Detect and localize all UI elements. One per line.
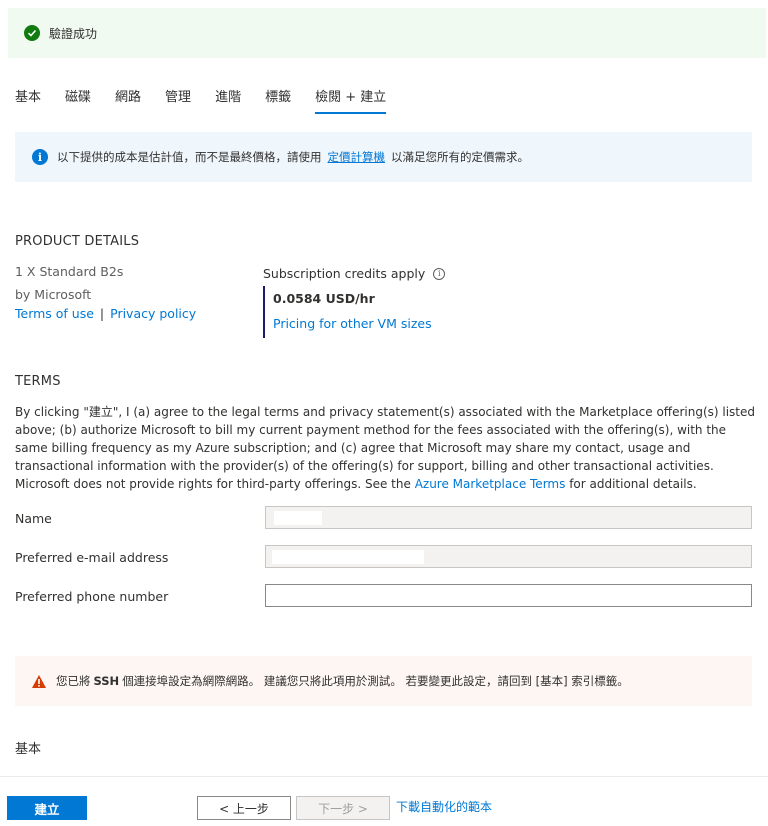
info-text-after: 以滿足您所有的定價需求。 bbox=[391, 150, 529, 164]
warning-text-ssh: SSH bbox=[93, 674, 120, 688]
price-value: 0.0584 USD/hr bbox=[273, 291, 375, 306]
success-message: 驗證成功 bbox=[49, 26, 98, 41]
success-banner: 驗證成功 bbox=[8, 8, 766, 58]
marketplace-terms-link[interactable]: Azure Marketplace Terms bbox=[415, 477, 566, 491]
info-text-before: 以下提供的成本是估計值，而不是最終價格，請使用 bbox=[57, 150, 322, 164]
redacted-email bbox=[272, 550, 424, 564]
product-details-heading: PRODUCT DETAILS bbox=[15, 234, 140, 249]
email-field[interactable] bbox=[265, 545, 752, 568]
download-template-link[interactable]: 下載自動化的範本 bbox=[396, 798, 492, 815]
link-separator: | bbox=[99, 306, 105, 321]
subscription-credits: Subscription credits apply i bbox=[263, 266, 446, 281]
credits-text: Subscription credits apply bbox=[263, 266, 426, 281]
product-name: 1 X Standard B2s bbox=[15, 264, 124, 279]
phone-label: Preferred phone number bbox=[15, 589, 169, 604]
basics-heading: 基本 bbox=[15, 742, 42, 757]
create-button[interactable]: 建立 bbox=[7, 796, 87, 820]
ssh-warning-banner: 您已將 SSH 個連接埠設定為網際網路。 建議您只將此項用於測試。 若要變更此設… bbox=[15, 656, 752, 706]
tab-basics[interactable]: 基本 bbox=[15, 86, 41, 114]
subscription-row-partial bbox=[15, 768, 755, 776]
tab-networking[interactable]: 網路 bbox=[115, 86, 141, 114]
terms-body-end: for additional details. bbox=[569, 477, 697, 491]
terms-text: By clicking "建立", I (a) agree to the leg… bbox=[15, 403, 755, 493]
footer-bar: 建立 < 上一步 下一步 > 下載自動化的範本 bbox=[0, 776, 768, 826]
warning-text-after: 個連接埠設定為網際網路。 建議您只將此項用於測試。 若要變更此設定，請回到 [基… bbox=[122, 674, 629, 688]
tab-management[interactable]: 管理 bbox=[165, 86, 191, 114]
warning-icon bbox=[31, 674, 47, 689]
name-field[interactable] bbox=[265, 506, 752, 529]
privacy-policy-link[interactable]: Privacy policy bbox=[110, 306, 196, 321]
info-circle-icon[interactable]: i bbox=[433, 267, 446, 280]
terms-heading: TERMS bbox=[15, 374, 61, 389]
price-box: 0.0584 USD/hr Pricing for other VM sizes bbox=[263, 286, 432, 338]
info-icon: i bbox=[32, 149, 48, 165]
pricing-calculator-link[interactable]: 定價計算機 bbox=[328, 149, 386, 165]
warning-text-before: 您已將 bbox=[56, 674, 91, 688]
tab-disks[interactable]: 磁碟 bbox=[65, 86, 91, 114]
product-links: Terms of use | Privacy policy bbox=[15, 306, 196, 321]
product-publisher: by Microsoft bbox=[15, 287, 92, 302]
tab-bar: 基本 磁碟 網路 管理 進階 標籤 檢閱 + 建立 bbox=[15, 86, 410, 114]
pricing-other-sizes-link[interactable]: Pricing for other VM sizes bbox=[273, 316, 432, 331]
tab-advanced[interactable]: 進階 bbox=[215, 86, 241, 114]
phone-field[interactable] bbox=[265, 584, 752, 607]
previous-button[interactable]: < 上一步 bbox=[197, 796, 291, 820]
name-label: Name bbox=[15, 511, 52, 526]
terms-of-use-link[interactable]: Terms of use bbox=[15, 306, 94, 321]
cost-info-banner: i 以下提供的成本是估計值，而不是最終價格，請使用 定價計算機 以滿足您所有的定… bbox=[15, 132, 752, 182]
email-label: Preferred e-mail address bbox=[15, 550, 169, 565]
success-check-icon bbox=[24, 25, 40, 41]
tab-tags[interactable]: 標籤 bbox=[265, 86, 291, 114]
next-button[interactable]: 下一步 > bbox=[296, 796, 390, 820]
tab-review-create[interactable]: 檢閱 + 建立 bbox=[315, 86, 387, 114]
redacted-name bbox=[274, 511, 322, 525]
